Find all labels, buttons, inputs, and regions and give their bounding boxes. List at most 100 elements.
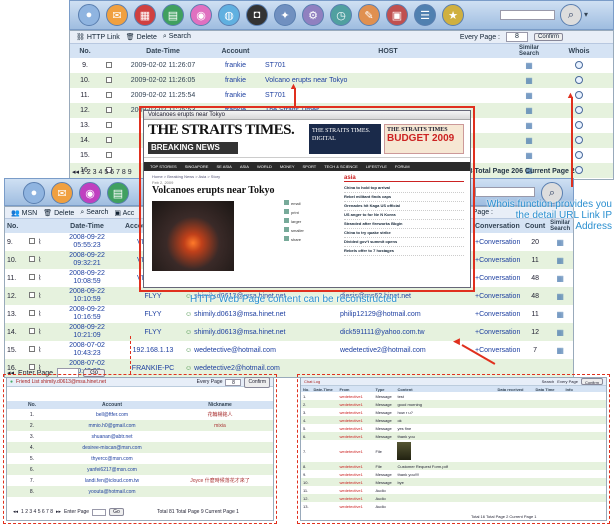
sidebar-link[interactable]: Stranded after fireworks Bbgin	[344, 220, 464, 229]
sidebar-link[interactable]: Rebel militant finds caps	[344, 193, 464, 202]
whois-icon[interactable]	[575, 75, 583, 84]
whois-icon[interactable]	[575, 105, 583, 114]
row-checkbox[interactable]	[106, 106, 112, 113]
delete-button[interactable]: 🗑 Delete	[126, 33, 157, 41]
http-link-button[interactable]: ⛓ HTTP Link	[76, 33, 120, 41]
table-row[interactable]: 1. wedetective1 Message test	[301, 392, 606, 400]
chat-confirm-button[interactable]: Confirm	[580, 378, 603, 385]
calendar-icon[interactable]: ▦	[134, 4, 156, 26]
similar-search-icon[interactable]: ▦	[525, 91, 533, 100]
row-checkbox[interactable]	[29, 292, 35, 298]
table-row[interactable]: 11. wedetective1 Audio	[301, 486, 606, 494]
table-row[interactable]: 8. wedetective1 File Customer Request Form.…	[301, 462, 606, 470]
article-tool[interactable]: email	[284, 199, 304, 208]
book-icon[interactable]: ▤	[162, 4, 184, 26]
list-icon[interactable]: ☰	[414, 4, 436, 26]
conversation-link[interactable]: Conversation	[479, 329, 520, 336]
confirm-button[interactable]: Confirm	[533, 33, 563, 41]
conversation-link[interactable]: Conversation	[479, 293, 520, 300]
similar-search-icon[interactable]: ▦	[525, 151, 533, 160]
tools-icon[interactable]: ✦	[274, 4, 296, 26]
conversation-link[interactable]: Conversation	[479, 239, 520, 246]
table-row[interactable]: 1. bell@ftfer.com 花輪楊銘人	[7, 409, 273, 420]
table-row[interactable]: 12. wedetective1 Audio	[301, 494, 606, 502]
table-row[interactable]: 15. ⌇ 2008-07-02 10:43:23 192.168.1.13 ☺ wede…	[5, 341, 573, 359]
user-icon[interactable]: ●	[23, 182, 45, 204]
table-row[interactable]: 3. wedetective1 Message how r u?	[301, 408, 606, 416]
search-button[interactable]: ⌕ Search	[80, 209, 108, 217]
search-icon[interactable]: ⌕	[560, 4, 582, 26]
sidebar-link[interactable]: Grenades hit Kaga US official	[344, 202, 464, 211]
nav-item[interactable]: WORLD	[257, 162, 272, 171]
chevron-down-icon[interactable]: ▾	[584, 10, 588, 19]
row-checkbox[interactable]	[106, 76, 112, 83]
table-row[interactable]: 5. thyercc@msn.com	[7, 453, 273, 464]
row-host[interactable]: ST701	[263, 58, 513, 73]
page-next-icon[interactable]: ▸▸	[56, 509, 61, 515]
whois-icon[interactable]	[575, 60, 583, 69]
friend-every-page-input[interactable]: 8	[225, 378, 242, 386]
table-row[interactable]: 6. wedetective1 Message thank you	[301, 432, 606, 440]
similar-search-icon[interactable]: ▦	[556, 310, 564, 319]
table-row[interactable]: 2. mmio.h0@gmail.com mixia	[7, 420, 273, 431]
friend-confirm-button[interactable]: Confirm	[244, 376, 270, 388]
account-button[interactable]: ▣ Acc	[114, 209, 134, 217]
friend-pager[interactable]: ◂◂ 1 2 3 4 5 6 7 8 ▸▸ Enter Page Go	[13, 508, 124, 516]
similar-search-icon[interactable]: ▦	[556, 274, 564, 283]
row-checkbox[interactable]	[29, 256, 35, 262]
row-checkbox[interactable]	[106, 61, 112, 68]
photo-thumbnail[interactable]	[397, 441, 412, 460]
clock-icon[interactable]: ◷	[330, 4, 352, 26]
whois-icon[interactable]	[575, 165, 583, 174]
nav-item[interactable]: MONEY	[280, 162, 295, 171]
table-row[interactable]: 9. 2009-02-02 11:26:07 frankie ST701 ▦	[70, 58, 613, 73]
whois-icon[interactable]	[575, 90, 583, 99]
msn-search-input[interactable]	[475, 187, 535, 197]
settings-icon[interactable]: ⚙	[302, 4, 324, 26]
delete-button[interactable]: 🗑 Delete	[43, 209, 74, 217]
top-search-input[interactable]	[500, 10, 555, 20]
table-row[interactable]: 7. landi.fen@icloud.com.tw Joyce 什麼時候落花才來了	[7, 475, 273, 486]
row-checkbox[interactable]	[106, 121, 112, 128]
similar-search-icon[interactable]: ▦	[556, 292, 564, 301]
whois-icon[interactable]	[575, 120, 583, 129]
sidebar-link[interactable]: China to hold top arrival	[344, 184, 464, 193]
page-first-icon[interactable]: ◂◂	[13, 509, 18, 515]
nav-item[interactable]: TOP STORIES	[150, 162, 177, 171]
article-tool[interactable]: share	[284, 235, 304, 244]
row-host[interactable]: ST701	[263, 88, 513, 103]
book-icon[interactable]: ▤	[107, 182, 129, 204]
similar-search-icon[interactable]: ▦	[556, 328, 564, 337]
table-row[interactable]: 4. wedetective1 Message ok	[301, 416, 606, 424]
table-row[interactable]: 10. wedetective1 Message bye	[301, 478, 606, 486]
similar-search-icon[interactable]: ▦	[525, 61, 533, 70]
user-icon[interactable]: ●	[78, 4, 100, 26]
pen-icon[interactable]: ✎	[358, 4, 380, 26]
similar-search-icon[interactable]: ▦	[525, 121, 533, 130]
msn-button[interactable]: 👥 MSN	[11, 209, 37, 217]
sidebar-link[interactable]: China to try quake strike	[344, 229, 464, 238]
article-tool[interactable]: larger	[284, 217, 304, 226]
row-checkbox[interactable]	[29, 274, 35, 280]
article-tool[interactable]: print	[284, 208, 304, 217]
mail-icon[interactable]: ✉	[51, 182, 73, 204]
table-row[interactable]: 4. desiree-miscan@msn.com	[7, 442, 273, 453]
nav-item[interactable]: SINGAPORE	[185, 162, 209, 171]
table-row[interactable]: 9. wedetective1 Message thank you!!!!	[301, 470, 606, 478]
top-pager[interactable]: ◂◂ 1 2 3 4 5 6 7 8 9	[72, 168, 132, 176]
row-checkbox[interactable]	[29, 328, 35, 334]
sidebar-link[interactable]: Rebels offer to 7 hostages	[344, 247, 464, 256]
mail-icon[interactable]: ✉	[106, 4, 128, 26]
article-headline[interactable]: Volcanoes erupts near Tokyo	[152, 185, 275, 196]
whois-icon[interactable]	[575, 150, 583, 159]
article-tool[interactable]: smaller	[284, 226, 304, 235]
nav-item[interactable]: LIFESTYLE	[366, 162, 387, 171]
table-row[interactable]: 13. wedetective1 Audio	[301, 502, 606, 510]
bag-icon[interactable]: ▣	[386, 4, 408, 26]
similar-search-icon[interactable]: ▦	[525, 76, 533, 85]
sidebar-link[interactable]: Divided gov't summit opens	[344, 238, 464, 247]
row-checkbox[interactable]	[106, 151, 112, 158]
row-checkbox[interactable]	[29, 238, 35, 244]
sidebar-link[interactable]: US anger to for Ne N Korea	[344, 211, 464, 220]
star-icon[interactable]: ★	[442, 4, 464, 26]
